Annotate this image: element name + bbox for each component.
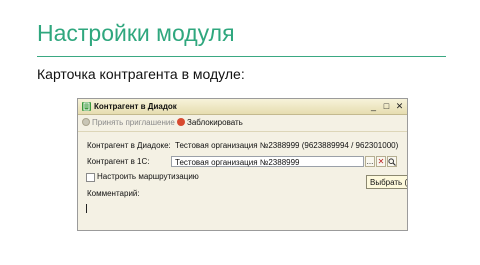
onec-counterparty-label: Контрагент в 1С: (87, 157, 150, 166)
block-button[interactable]: Заблокировать (177, 117, 243, 129)
diadoc-counterparty-value: Тестовая организация №2388999 (962388999… (175, 141, 399, 150)
search-icon (388, 158, 396, 166)
block-icon (177, 118, 185, 126)
minimize-button[interactable]: _ (368, 100, 379, 112)
routing-checkbox-label: Настроить маршрутизацию (97, 172, 199, 181)
clear-button[interactable]: ✕ (376, 156, 386, 167)
toolbar: Принять приглашение Заблокировать (78, 115, 407, 132)
counterparty-window: Контрагент в Диадок _ □ ✕ Принять пригла… (77, 98, 408, 231)
diadoc-counterparty-label: Контрагент в Диадоке: (87, 141, 171, 150)
diadoc-app-icon (82, 102, 91, 111)
routing-checkbox[interactable] (86, 173, 95, 182)
accept-invite-label: Принять приглашение (92, 118, 175, 127)
select-button[interactable]: ... (365, 156, 375, 167)
window-titlebar[interactable]: Контрагент в Диадок _ □ ✕ (78, 99, 407, 115)
block-label: Заблокировать (187, 118, 243, 127)
slide-title: Настройки модуля (37, 20, 235, 46)
comment-field[interactable] (86, 204, 87, 213)
open-button[interactable] (387, 156, 397, 167)
onec-counterparty-field[interactable]: Тестовая организация №2388999 (171, 156, 364, 167)
accept-invite-button[interactable]: Принять приглашение (82, 117, 175, 129)
comment-label: Комментарий: (87, 189, 140, 198)
select-tooltip: Выбрать (F4) (366, 175, 407, 189)
close-button[interactable]: ✕ (394, 100, 405, 112)
window-title: Контрагент в Диадок (94, 102, 177, 111)
title-divider (37, 56, 446, 57)
maximize-button[interactable]: □ (381, 100, 392, 112)
accept-invite-icon (82, 118, 90, 126)
slide-subtitle: Карточка контрагента в модуле: (37, 66, 245, 82)
